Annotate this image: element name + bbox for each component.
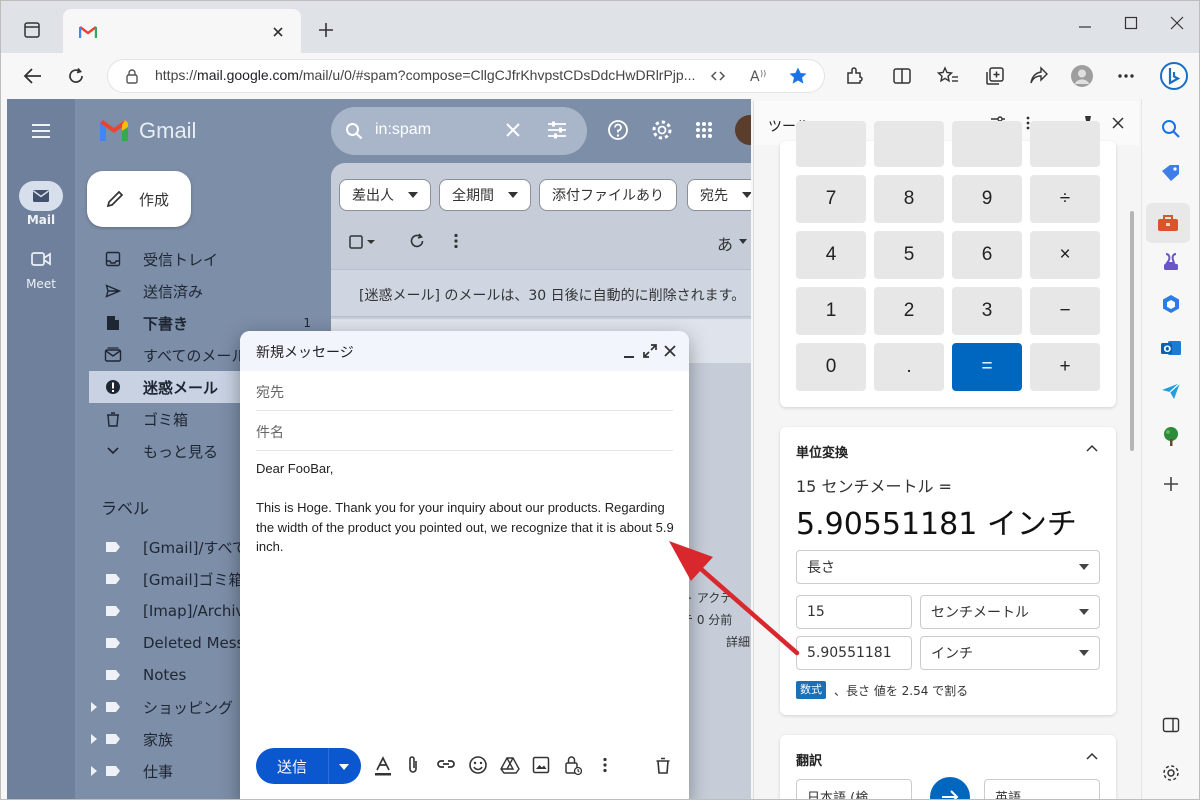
annotation-arrow [669, 541, 800, 656]
browser-window: https://mail.google.com/mail/u/0/#spam?c… [0, 0, 1200, 800]
